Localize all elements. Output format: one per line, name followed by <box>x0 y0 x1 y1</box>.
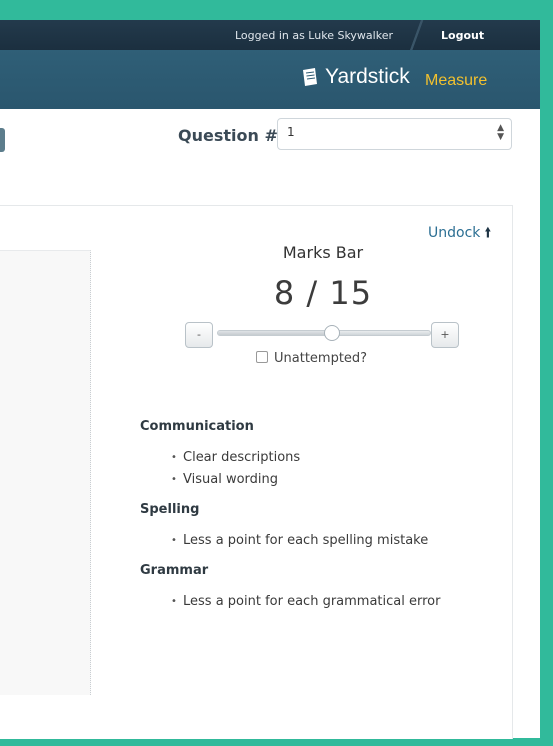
criterion-title: Grammar <box>140 563 209 578</box>
select-arrows-icon: ▲ ▼ <box>497 123 504 142</box>
criterion-item: Clear descriptions <box>140 447 500 469</box>
criterion-item-text: Less a point for each spelling mistake <box>183 533 429 548</box>
criterion-item: Less a point for each spelling mistake <box>140 530 500 552</box>
toolbar-button[interactable] <box>0 128 5 152</box>
window-frame-bottom <box>0 738 553 746</box>
criterion-item-text: Visual wording <box>183 472 278 487</box>
marking-criteria: Communication Clear descriptions Visual wo… <box>140 419 500 624</box>
criterion-list: Less a point for each spelling mistake <box>140 530 500 552</box>
brand-name: Yardstick <box>325 65 410 88</box>
question-select-value: 1 <box>287 125 295 139</box>
criterion-item: Visual wording <box>140 469 500 491</box>
document-viewer[interactable] <box>0 250 91 695</box>
criterion-list: Clear descriptions Visual wording <box>140 447 500 491</box>
decrease-mark-button[interactable]: - <box>185 322 213 348</box>
arrow-up-icon: 🠙 <box>484 225 492 241</box>
marking-panel: Undock 🠙 Marks Bar 8 / 15 - + Unattempted… <box>0 205 513 739</box>
window-frame-top <box>0 0 553 20</box>
logout-separator <box>405 20 429 50</box>
question-label: Question # <box>178 126 278 145</box>
question-select[interactable]: 1 ▲ ▼ <box>277 118 512 150</box>
criterion-title: Communication <box>140 419 254 434</box>
marks-bar-title: Marks Bar <box>282 243 364 262</box>
undock-link[interactable]: Undock 🠙 <box>428 222 491 246</box>
unattempted-option[interactable]: Unattempted? <box>256 351 367 366</box>
yardstick-logo-icon <box>303 68 317 86</box>
unattempted-label: Unattempted? <box>274 351 368 366</box>
brand-subtitle: Measure <box>425 72 488 89</box>
increase-mark-button[interactable]: + <box>431 322 459 348</box>
logout-link[interactable]: Logout <box>441 29 484 42</box>
criterion-item-text: Clear descriptions <box>183 450 301 465</box>
criterion-item: Less a point for each grammatical error <box>140 591 500 613</box>
top-bar: Logged in as Luke Skywalker Logout <box>0 20 540 50</box>
criterion-title: Spelling <box>140 502 200 517</box>
brand-bar: Yardstick Measure <box>0 50 540 109</box>
marks-slider-handle[interactable] <box>324 325 341 341</box>
criterion-item-text: Less a point for each grammatical error <box>183 594 441 609</box>
main-content: Question # 1 ▲ ▼ Undock 🠙 Marks Bar 8 / 15… <box>0 109 540 739</box>
marks-slider[interactable] <box>217 325 431 341</box>
marks-slider-fill <box>218 331 332 335</box>
unattempted-checkbox[interactable] <box>256 351 268 363</box>
criterion-list: Less a point for each grammatical error <box>140 591 500 613</box>
undock-label: Undock <box>428 225 481 241</box>
marks-score: 8 / 15 <box>273 274 373 312</box>
window-frame-right <box>540 0 553 746</box>
logged-in-text: Logged in as Luke Skywalker <box>234 29 393 42</box>
